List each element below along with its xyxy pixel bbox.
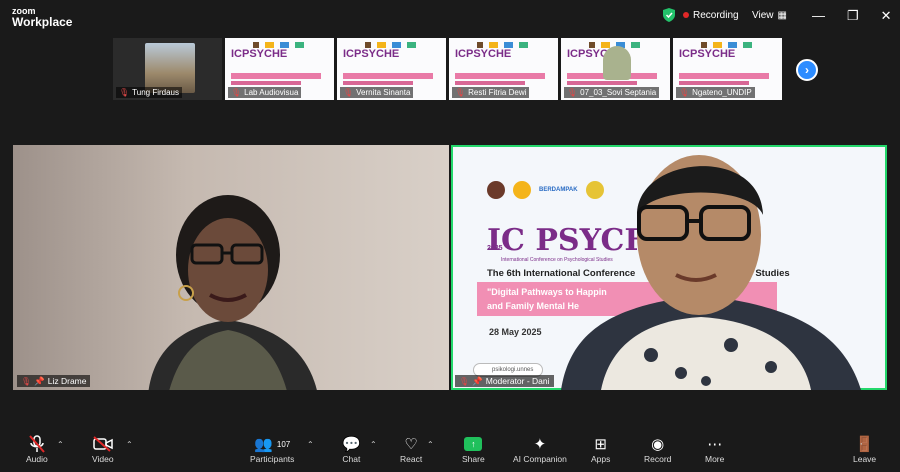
view-label: View — [752, 10, 774, 21]
record-button[interactable]: ◉ Record — [644, 434, 671, 464]
audio-options-caret-icon[interactable]: ⌃ — [57, 440, 64, 449]
mic-muted-icon — [29, 434, 45, 454]
participant-name: 07_03_Sovi Septania — [580, 88, 657, 97]
mic-muted-icon: 🎙 — [119, 88, 130, 97]
audio-button[interactable]: Audio — [26, 434, 48, 464]
more-icon: ⋯ — [707, 436, 723, 453]
recording-dot-icon — [683, 11, 689, 18]
react-heart-icon: ♡ — [404, 436, 418, 453]
mic-muted-icon: 🎙 — [567, 88, 578, 97]
conference-year: 2025 — [487, 245, 503, 252]
leave-label: Leave — [853, 454, 877, 464]
react-label: React — [400, 454, 423, 464]
record-label: Record — [644, 454, 672, 464]
participant-name-tag: 🎙 Ngateno_UNDIP — [676, 87, 755, 98]
video-off-icon — [93, 434, 113, 454]
participant-tile[interactable]: ICPSYCHE 🎙 Ngateno_UNDIP — [673, 38, 782, 100]
app-logo: zoom Workplace — [12, 6, 72, 28]
mic-muted-icon: 🎙 — [21, 376, 32, 386]
participant-name-tag: 🎙 Resti Fitria Dewi — [452, 87, 530, 98]
more-label: More — [705, 454, 725, 464]
close-icon[interactable]: ✕ — [881, 8, 892, 24]
react-options-caret-icon[interactable]: ⌃ — [427, 440, 434, 449]
participant-video-person — [148, 195, 317, 390]
video-options-caret-icon[interactable]: ⌃ — [126, 440, 133, 449]
ai-sparkle-icon: ✦ — [533, 436, 547, 453]
apps-button[interactable]: ⊞ Apps — [591, 434, 610, 464]
participant-name-tag: 🎙 07_03_Sovi Septania — [564, 87, 660, 98]
participant-name: Moderator - Dani — [485, 376, 550, 386]
participant-tile[interactable]: ICPSYCHE 🎙 07_03_Sovi Septania — [561, 38, 670, 100]
participant-tile[interactable]: ICPSYCHE 🎙 Lab Audiovisua — [225, 38, 334, 100]
chat-options-caret-icon[interactable]: ⌃ — [370, 440, 377, 449]
participant-strip: 🎙 Tung Firdaus ICPSYCHE 🎙 Lab Audiovisua I… — [113, 38, 786, 100]
participant-name-tag: 🎙 Tung Firdaus — [116, 87, 182, 98]
mic-muted-icon: 🎙 — [459, 376, 470, 386]
participant-name: Vernita Sinanta — [356, 88, 411, 97]
participant-name-tag: 🎙 Vernita Sinanta — [340, 87, 414, 98]
pin-icon: 📌 — [34, 375, 45, 386]
grid-icon: ▦ — [777, 10, 787, 21]
view-button[interactable]: View ▦ — [752, 10, 787, 21]
apps-label: Apps — [591, 454, 611, 464]
leave-button[interactable]: 🚪 Leave — [853, 434, 876, 464]
chat-button[interactable]: 💬 Chat — [342, 434, 361, 464]
participant-name-tag: 🎙 📌 Liz Drame — [17, 375, 91, 387]
participants-button[interactable]: 👥 107 Participants — [250, 434, 294, 464]
audio-label: Audio — [26, 454, 48, 464]
participants-options-caret-icon[interactable]: ⌃ — [307, 440, 314, 449]
mic-muted-icon: 🎙 — [455, 88, 466, 97]
maximize-icon[interactable]: ❐ — [847, 8, 859, 24]
participant-tile[interactable]: ICPSYCHE 🎙 Resti Fitria Dewi — [449, 38, 558, 100]
participants-icon: 👥 107 — [254, 436, 291, 453]
share-label: Share — [462, 454, 485, 464]
chat-icon: 💬 — [342, 436, 361, 453]
participant-name-tag: 🎙 📌 Moderator - Dani — [455, 375, 554, 387]
website-url: psikologi.unnes — [492, 367, 534, 373]
ai-companion-button[interactable]: ✦ AI Companion — [513, 434, 567, 464]
meeting-toolbar: Audio ⌃ Video ⌃ 👥 107 Participants ⌃ 💬 Ch… — [0, 430, 900, 472]
participant-tile[interactable]: ICPSYCHE 🎙 Vernita Sinanta — [337, 38, 446, 100]
chevron-right-icon: › — [805, 63, 809, 77]
ai-companion-label: AI Companion — [513, 454, 567, 464]
participant-video-person — [561, 155, 861, 390]
participant-video — [603, 46, 631, 80]
pin-icon: 📌 — [472, 375, 483, 386]
leave-door-icon: 🚪 — [855, 436, 874, 453]
encryption-shield-icon[interactable] — [663, 8, 675, 22]
mic-muted-icon: 🎙 — [343, 88, 354, 97]
video-button[interactable]: Video — [92, 434, 114, 464]
participant-name: Tung Firdaus — [132, 88, 179, 97]
chat-label: Chat — [342, 454, 361, 464]
participants-count: 107 — [276, 439, 291, 449]
title-bar: zoom Workplace Recording View ▦ — ❐ ✕ — [0, 0, 900, 34]
share-button[interactable]: ↑ Share — [462, 434, 485, 464]
next-page-button[interactable]: › — [796, 59, 818, 81]
participant-name: Resti Fitria Dewi — [468, 88, 527, 97]
minimize-icon[interactable]: — — [812, 8, 825, 24]
recording-indicator[interactable]: Recording — [683, 10, 739, 21]
speaker-video-right[interactable]: BERDAMPAK 730 IC PSYCHE 2025 Internation… — [451, 145, 887, 390]
brand-bottom: Workplace — [12, 15, 73, 29]
participant-name: Ngateno_UNDIP — [692, 88, 752, 97]
participant-name: Lab Audiovisua — [244, 88, 299, 97]
participants-label: Participants — [250, 454, 295, 464]
mic-muted-icon: 🎙 — [231, 88, 242, 97]
more-button[interactable]: ⋯ More — [705, 434, 724, 464]
apps-icon: ⊞ — [594, 436, 607, 453]
participant-name-tag: 🎙 Lab Audiovisua — [228, 87, 302, 98]
mic-muted-icon: 🎙 — [679, 88, 690, 97]
record-icon: ◉ — [651, 436, 665, 453]
participant-video — [145, 43, 195, 93]
speaker-video-left[interactable]: 🎙 📌 Liz Drame — [13, 145, 449, 390]
participant-name: Liz Drame — [47, 376, 87, 386]
conference-date: 28 May 2025 — [489, 327, 542, 337]
recording-label: Recording — [693, 9, 739, 21]
share-screen-icon: ↑ — [464, 437, 483, 451]
react-button[interactable]: ♡ React — [400, 434, 422, 464]
participant-tile[interactable]: 🎙 Tung Firdaus — [113, 38, 222, 100]
video-label: Video — [92, 454, 114, 464]
